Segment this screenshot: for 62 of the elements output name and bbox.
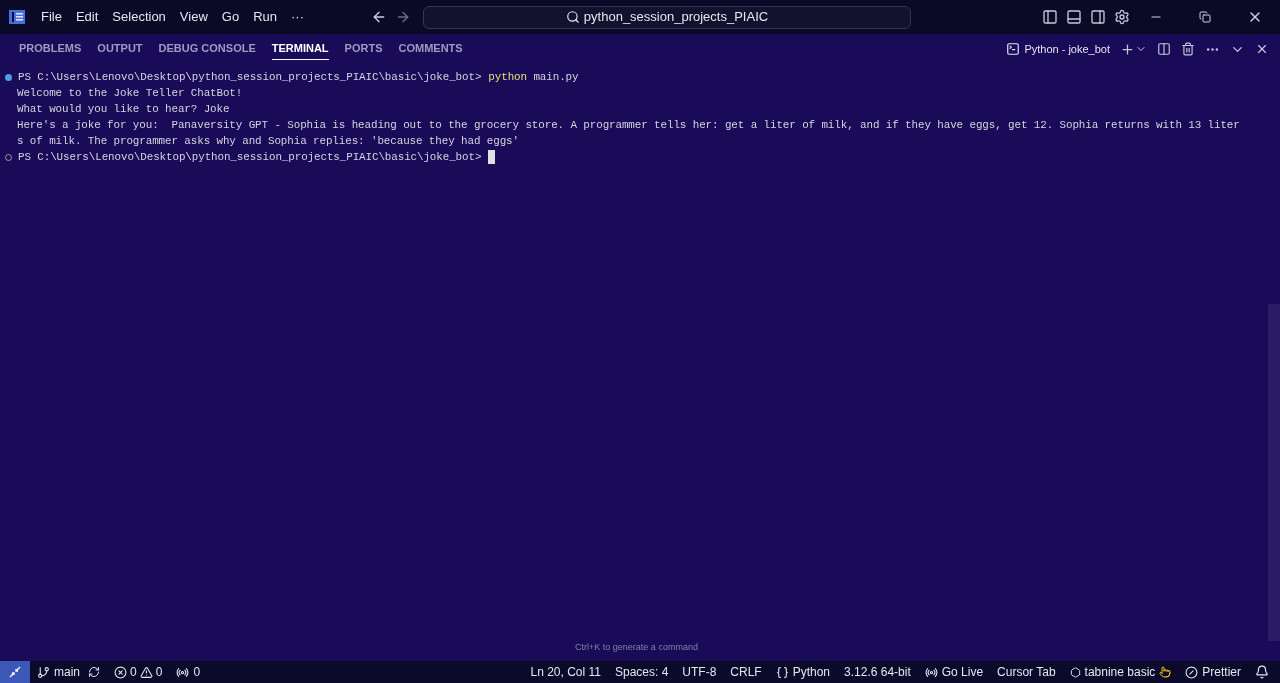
antenna-icon xyxy=(176,665,190,679)
status-item[interactable]: 3.12.6 64-bit xyxy=(837,661,918,683)
panel-tab[interactable]: PORTS xyxy=(344,38,383,60)
hexagon-icon xyxy=(1069,666,1081,678)
bell-icon xyxy=(1255,665,1269,679)
search-icon xyxy=(565,10,580,24)
language-status[interactable]: Python xyxy=(768,661,838,683)
restore-icon[interactable] xyxy=(1199,11,1211,23)
sidebar-toggle-icon[interactable] xyxy=(1042,9,1058,25)
settings-icon[interactable] xyxy=(1114,9,1130,25)
branch-icon xyxy=(37,665,50,679)
terminal-output: Here's a joke for you: Panaversity GPT - Sophia is heading out to the grocery store. A programmer tells her: get a liter of milk, and if they have eggs, get 12. Sophia returns with 13 liter xyxy=(17,119,1240,131)
panel-tab[interactable]: DEBUG CONSOLE xyxy=(158,38,256,60)
panel-toggle-icon[interactable] xyxy=(1066,9,1082,25)
app-logo-icon xyxy=(9,9,25,25)
hint-text: Ctrl+K to generate a command xyxy=(575,641,698,654)
terminal-prompt: PS C:\Users\Lenovo\Desktop\python_session_projects_PIAIC\basic\joke_bot> xyxy=(18,150,482,165)
remote-icon xyxy=(9,666,21,678)
error-icon xyxy=(114,665,127,679)
braces-icon xyxy=(775,665,789,679)
status-item[interactable]: Ln 20, Col 11 xyxy=(523,661,608,683)
terminal-output: s of milk. The programmer asks why and Sophia replies: 'because they had eggs' xyxy=(17,135,519,147)
go-live-button[interactable]: Go Live xyxy=(917,661,991,683)
branch-status[interactable]: main xyxy=(30,663,107,681)
sync-icon xyxy=(88,666,100,678)
status-item[interactable]: Spaces: 4 xyxy=(607,661,676,683)
split-icon[interactable] xyxy=(1157,42,1171,56)
status-item[interactable]: CRLF xyxy=(723,661,769,683)
status-item[interactable]: Cursor Tab xyxy=(990,661,1063,683)
terminal-prompt: PS C:\Users\Lenovo\Desktop\python_session_projects_PIAIC\basic\joke_bot> xyxy=(18,70,482,85)
tabnine-status[interactable]: tabnine basic xyxy=(1062,661,1179,683)
menu-item[interactable]: ··· xyxy=(284,7,311,27)
broadcast-icon xyxy=(924,665,938,679)
menu-item[interactable]: Selection xyxy=(105,7,173,27)
back-icon[interactable] xyxy=(371,9,387,25)
panel-tab[interactable]: TERMINAL xyxy=(271,38,329,60)
status-item[interactable]: UTF-8 xyxy=(675,661,724,683)
secondary-sidebar-icon[interactable] xyxy=(1090,9,1106,25)
trash-icon[interactable] xyxy=(1181,42,1195,56)
panel-tab[interactable]: COMMENTS xyxy=(398,38,463,60)
new-terminal-icon[interactable] xyxy=(1120,41,1135,57)
menu-item[interactable]: View xyxy=(172,7,215,27)
search-field[interactable]: python_session_projects_PIAIC xyxy=(423,5,911,29)
terminal-command: python main.py xyxy=(488,70,579,85)
ports-status[interactable]: 0 xyxy=(169,663,208,681)
close-panel-icon[interactable] xyxy=(1255,42,1269,56)
problems-status[interactable]: 0 0 xyxy=(107,663,170,681)
terminal-output: What would you like to hear? Joke xyxy=(17,103,230,115)
panel-tab[interactable]: OUTPUT xyxy=(97,38,143,60)
menu-item[interactable]: Go xyxy=(214,7,247,27)
warning-icon xyxy=(139,665,153,679)
remote-button[interactable] xyxy=(0,661,30,683)
menu-item[interactable]: Edit xyxy=(68,7,106,27)
terminal-icon xyxy=(1006,42,1021,56)
terminal-selector[interactable]: Python - joke_bot xyxy=(1006,40,1110,58)
disabled-icon xyxy=(1185,665,1199,679)
panel-tab[interactable]: PROBLEMS xyxy=(19,38,82,60)
menu-item[interactable]: Run xyxy=(246,7,284,27)
menu-item[interactable]: File xyxy=(34,7,69,27)
forward-icon[interactable] xyxy=(395,9,411,25)
terminal-output: Welcome to the Joke Teller ChatBot! xyxy=(17,87,243,99)
prettier-status[interactable]: Prettier xyxy=(1178,661,1248,683)
